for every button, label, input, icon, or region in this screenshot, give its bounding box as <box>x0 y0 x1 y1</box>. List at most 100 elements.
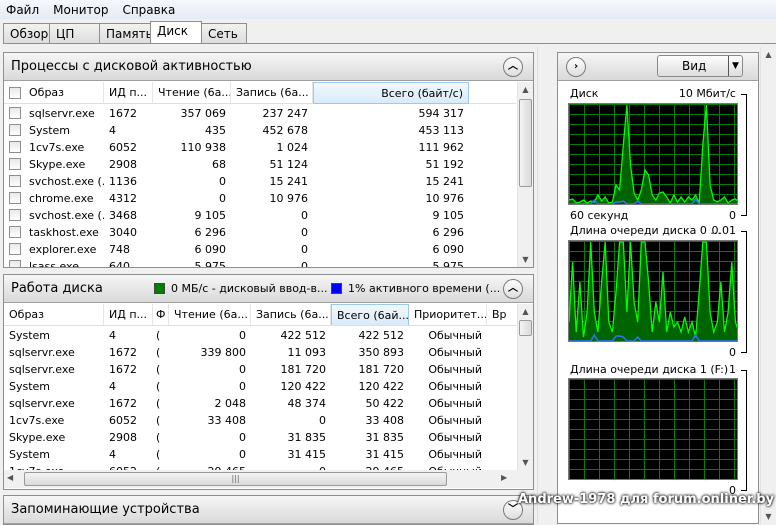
tab-network[interactable]: Сеть <box>201 23 247 44</box>
col-pid[interactable]: ИД п... <box>104 82 153 104</box>
cell-pid: 6052 <box>109 414 137 427</box>
cell-write: 15 241 <box>269 175 309 188</box>
col-file[interactable]: Ф <box>153 304 169 325</box>
col-response[interactable]: Вр <box>487 304 516 325</box>
tab-overview[interactable]: Обзор <box>3 23 50 44</box>
scroll-left-icon[interactable]: ◀ <box>7 473 13 482</box>
cell-write: 0 <box>301 209 308 222</box>
cell-priority: Обычный <box>428 414 482 427</box>
table-row[interactable]: taskhost.exe 3040 6 296 0 6 296 <box>4 224 516 241</box>
col-image[interactable]: Образ <box>4 304 104 325</box>
scroll-right-icon[interactable]: ▶ <box>501 473 507 482</box>
collapse-chevron-up-icon[interactable]: ︿ <box>503 57 523 77</box>
row-checkbox[interactable] <box>9 260 21 267</box>
cell-image: sqlservr.exe <box>9 346 75 359</box>
table-row[interactable]: svchost.exe (... 1136 0 15 241 15 241 <box>4 173 516 190</box>
menu-help[interactable]: Справка <box>122 3 175 17</box>
table-row[interactable]: svchost.exe (... 3468 9 105 0 9 105 <box>4 207 516 224</box>
table-row[interactable]: System 4 (0 422 512 422 512 Обычный <box>4 327 516 344</box>
disk-activity-header[interactable]: Работа диска 0 МБ/с - дисковый ввод-в...… <box>4 275 533 303</box>
table-row[interactable]: 1cv7s.exe 6052 (33 408 0 33 408 Обычный <box>4 412 516 429</box>
scroll-down-icon[interactable]: ▼ <box>518 458 533 467</box>
legend-active: 1% активного времени (... <box>331 282 500 295</box>
collapse-chevron-up-icon[interactable]: ︿ <box>503 279 523 299</box>
table-row[interactable]: sqlservr.exe 1672 (339 800 11 093 350 893 Обы… <box>4 344 516 361</box>
cell-read: 357 069 <box>180 107 227 120</box>
hscroll-thumb[interactable]: ||| <box>24 472 447 486</box>
cell-file: ( <box>156 397 161 410</box>
table-row[interactable]: System 4 (0 31 415 31 415 Обычный <box>4 446 516 463</box>
scroll-up-icon[interactable]: ▲ <box>761 50 776 59</box>
table-row[interactable]: explorer.exe 748 6 090 0 6 090 <box>4 241 516 258</box>
table-row[interactable]: 1cv7s.exe 6052 110 938 1 024 111 962 <box>4 139 516 156</box>
cell-read: 6 090 <box>194 243 227 256</box>
disk-hscrollbar[interactable]: ◀ ||| ▶ <box>4 470 533 488</box>
table-row[interactable]: 1cv7s.exe6052(29 465029 465Обычный <box>4 463 516 470</box>
cell-total: 120 422 <box>358 380 405 393</box>
disk-vscrollbar[interactable]: ▲ ▼ <box>517 304 533 470</box>
processes-header[interactable]: Процессы с дисковой активностью ︿ <box>4 53 533 81</box>
row-checkbox[interactable] <box>9 141 21 153</box>
collapse-chevron-right-icon[interactable]: › <box>566 57 586 77</box>
row-checkbox[interactable] <box>9 175 21 187</box>
col-pid[interactable]: ИД п... <box>104 304 153 325</box>
row-checkbox[interactable] <box>9 192 21 204</box>
col-write[interactable]: Запись (6а... <box>231 82 313 104</box>
menu-monitor[interactable]: Монитор <box>53 3 108 17</box>
cell-pid: 1672 <box>109 107 137 120</box>
cell-write: 51 124 <box>269 158 309 171</box>
table-row[interactable]: System 4 (0 120 422 120 422 Обычный <box>4 378 516 395</box>
table-row[interactable]: chrome.exe 4312 0 10 976 10 976 <box>4 190 516 207</box>
processes-scrollbar[interactable]: ▲ ▼ <box>517 82 533 267</box>
row-checkbox[interactable] <box>9 209 21 221</box>
scroll-up-icon[interactable]: ▲ <box>518 85 533 94</box>
col-image[interactable]: Образ <box>24 82 104 104</box>
col-total[interactable]: Всего (байт/с) <box>313 82 469 104</box>
cell-pid: 4 <box>109 124 116 137</box>
table-row[interactable]: sqlservr.exe 1672 (2 048 48 374 50 422 Обычны… <box>4 395 516 412</box>
graph-time-label: 60 секунд <box>570 209 629 222</box>
table-row[interactable]: sqlservr.exe 1672 (0 181 720 181 720 Обычный <box>4 361 516 378</box>
tab-cpu[interactable]: ЦП <box>49 23 100 44</box>
left-pane-scrollbar[interactable] <box>537 47 553 524</box>
processes-title: Процессы с дисковой активностью <box>11 59 252 74</box>
tab-memory[interactable]: Память <box>99 23 153 44</box>
row-checkbox[interactable] <box>9 226 21 238</box>
graph-scale-bracket <box>741 231 747 353</box>
table-row[interactable]: Skype.exe 2908 (0 31 835 31 835 Обычный <box>4 429 516 446</box>
cell-read: 339 800 <box>200 346 247 359</box>
row-checkbox[interactable] <box>9 107 21 119</box>
col-total[interactable]: Всего (6ай... <box>331 304 409 325</box>
cell-read: 0 <box>219 192 226 205</box>
scroll-down-icon[interactable]: ▼ <box>518 255 533 264</box>
cell-total: 594 317 <box>418 107 465 120</box>
scroll-down-icon[interactable]: ▼ <box>761 512 776 521</box>
table-row[interactable]: System 4 435 452 678 453 113 <box>4 122 516 139</box>
col-read[interactable]: Чтение (6а... <box>169 304 251 325</box>
col-write[interactable]: Запись (6а... <box>251 304 331 325</box>
table-row[interactable]: Skype.exe 2908 68 51 124 51 192 <box>4 156 516 173</box>
table-row[interactable]: lsass.exe 640 5 975 0 5 975 <box>4 258 516 267</box>
scroll-thumb[interactable] <box>519 99 532 187</box>
cell-write: 0 <box>319 414 326 427</box>
cell-priority: Обычный <box>428 431 482 444</box>
cell-pid: 3468 <box>109 209 137 222</box>
graph-scale-bracket <box>741 370 747 491</box>
scroll-thumb[interactable] <box>519 320 532 336</box>
cell-pid: 6052 <box>104 463 153 470</box>
row-checkbox[interactable] <box>9 243 21 255</box>
col-read[interactable]: Чтение (6а... <box>153 82 231 104</box>
cell-total: 111 962 <box>418 141 465 154</box>
row-checkbox[interactable] <box>9 158 21 170</box>
right-pane-scrollbar[interactable]: ▲ ▼ <box>760 47 776 524</box>
graph-title: Длина очереди диска 0 ... <box>570 224 721 237</box>
view-dropdown[interactable]: Вид ▼ <box>657 55 743 77</box>
table-row[interactable]: sqlservr.exe 1672 357 069 237 247 594 317 <box>4 105 516 122</box>
tab-disk[interactable]: Диск <box>150 21 202 44</box>
menu-file[interactable]: Файл <box>6 3 39 17</box>
storage-header[interactable]: Запоминающие устройства ﹀ <box>4 496 533 524</box>
select-all-checkbox[interactable] <box>9 87 21 99</box>
row-checkbox[interactable] <box>9 124 21 136</box>
col-priority[interactable]: Приоритет... <box>409 304 487 325</box>
scroll-up-icon[interactable]: ▲ <box>518 307 533 316</box>
